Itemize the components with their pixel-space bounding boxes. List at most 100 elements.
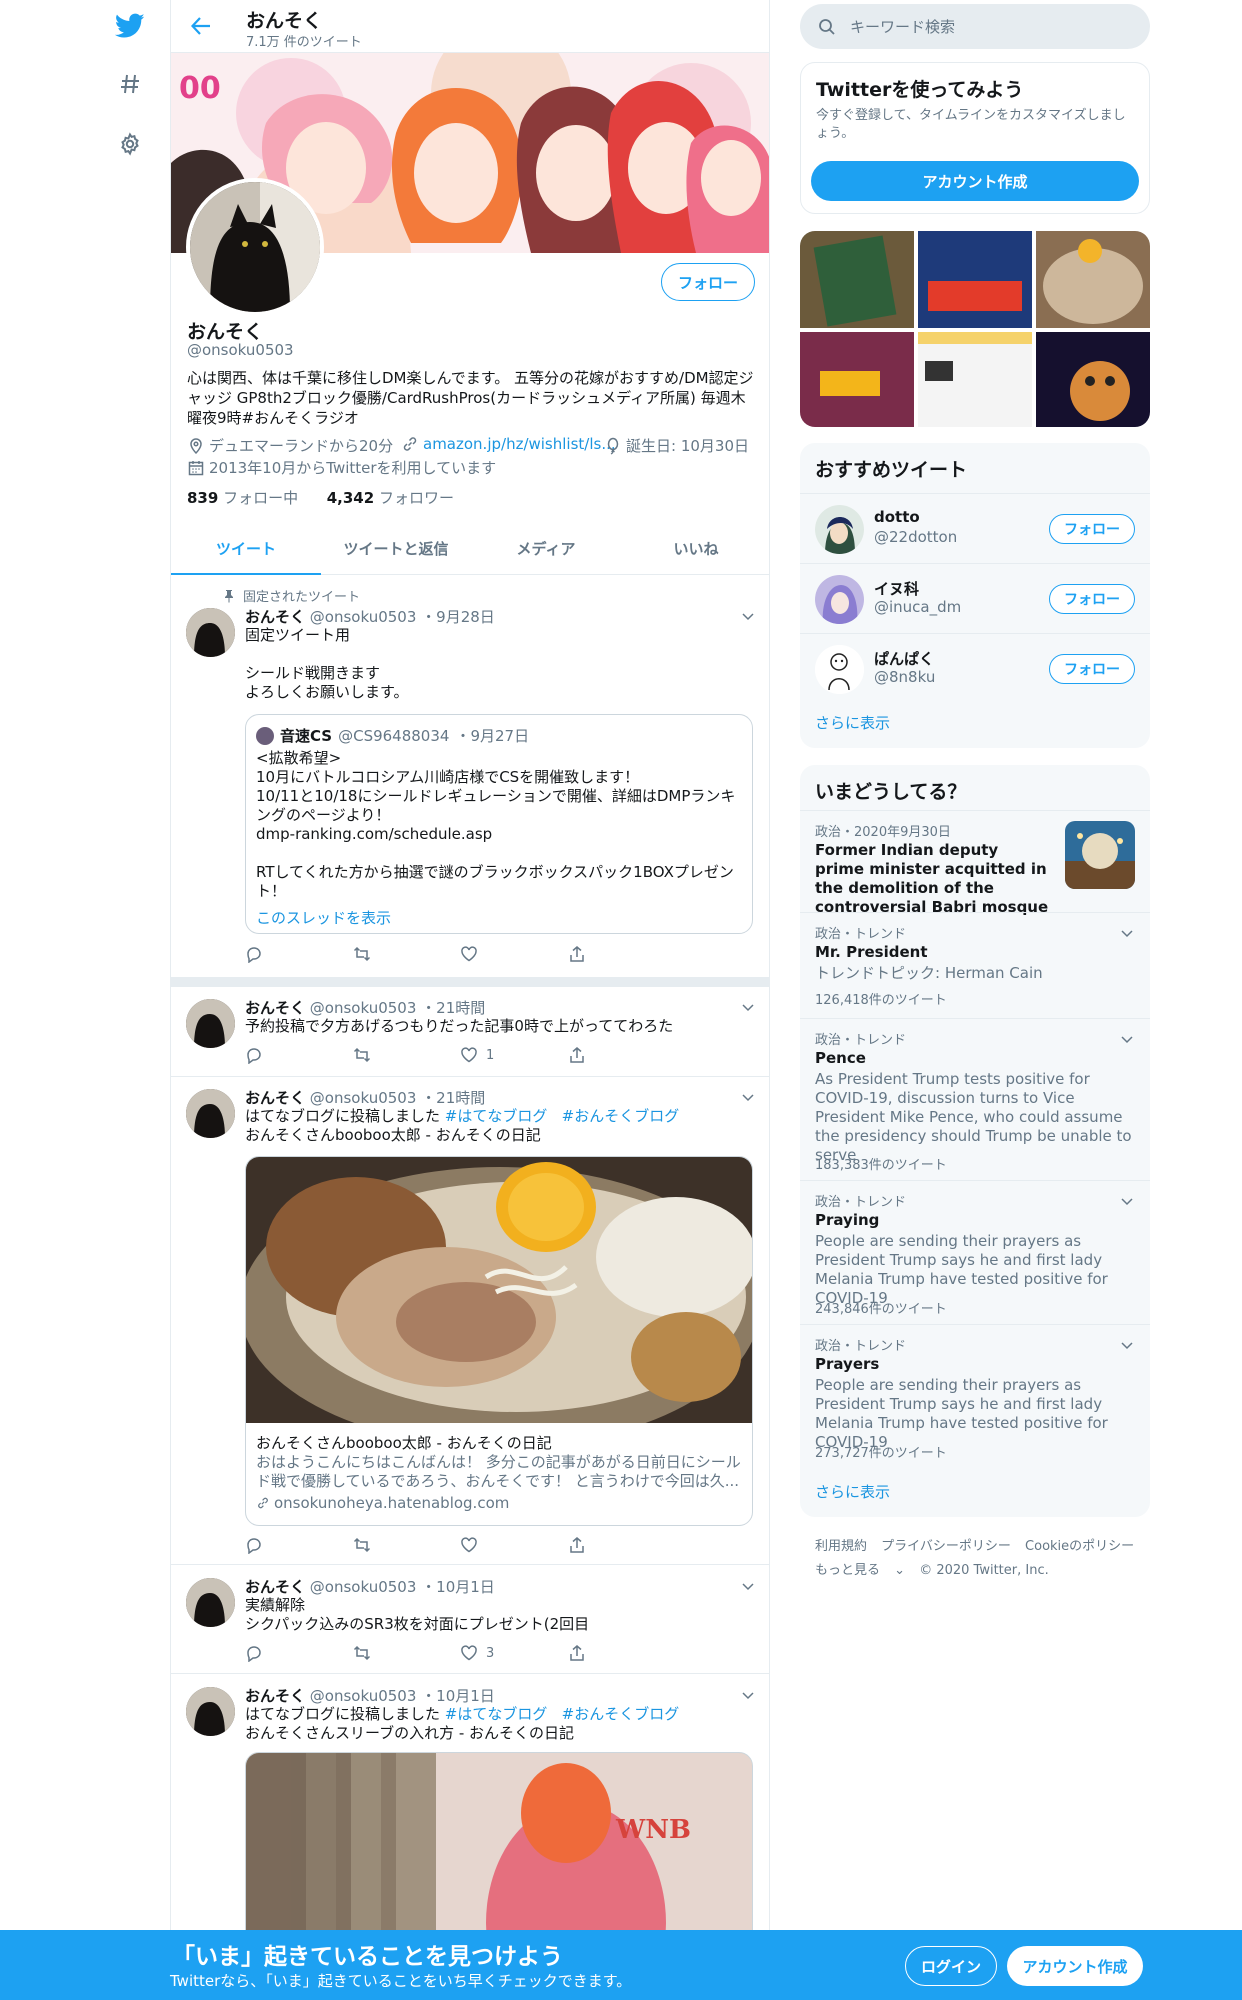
tweet-date[interactable]: ・21時間: [421, 999, 485, 1017]
follow-user-button[interactable]: フォロー: [1049, 584, 1135, 614]
user-handle: @inuca_dm: [874, 598, 962, 616]
show-thread-link[interactable]: このスレッドを表示: [256, 907, 391, 928]
profile-url[interactable]: amazon.jp/hz/wishlist/ls...: [401, 435, 616, 453]
tweet-date[interactable]: ・21時間: [421, 1089, 485, 1107]
tab-tweets-replies[interactable]: ツイートと返信: [321, 522, 471, 574]
show-more-link[interactable]: さらに表示: [815, 712, 890, 733]
news-item[interactable]: 政治・2020年9月30日 Former Indian deputy prime…: [800, 810, 1150, 916]
hashtag-link[interactable]: #おんそくブログ: [562, 1107, 680, 1125]
footer-more-link[interactable]: もっと見る ⌄: [815, 1563, 905, 1578]
settings-gear-icon[interactable]: [110, 124, 150, 164]
explore-hashtag-icon[interactable]: [110, 64, 150, 104]
tweet-avatar[interactable]: [186, 1687, 235, 1736]
follow-button[interactable]: フォロー: [660, 263, 755, 301]
tweet-author[interactable]: おんそく: [245, 1089, 305, 1107]
tweet-author[interactable]: おんそく: [245, 1687, 305, 1705]
tweet-text: 固定ツイート用 シールド戦開きます よろしくお願いします。: [245, 626, 409, 701]
profile-media-grid: [800, 231, 1150, 427]
chevron-down-icon[interactable]: [740, 608, 756, 624]
footer-link-terms[interactable]: 利用規約: [815, 1539, 867, 1554]
trend-item[interactable]: 政治・トレンド Mr. President トレンドトピック: Herman C…: [800, 912, 1150, 1018]
share-icon: [569, 1047, 584, 1063]
reply-button[interactable]: [245, 1045, 353, 1065]
twitter-logo-icon[interactable]: [110, 6, 150, 46]
chevron-down-icon[interactable]: [1119, 1193, 1135, 1209]
tweet-avatar[interactable]: [186, 999, 235, 1048]
follow-user-button[interactable]: フォロー: [1049, 514, 1135, 544]
quote-tweet[interactable]: 音速CS @CS96488034 ・9月27日 <拡散希望> 10月にバトルコロ…: [245, 714, 753, 934]
user-avatar[interactable]: [815, 645, 864, 694]
hashtag-link[interactable]: #はてなブログ: [445, 1107, 548, 1125]
chevron-down-icon[interactable]: [740, 1578, 756, 1594]
profile-avatar[interactable]: [186, 178, 324, 316]
login-button[interactable]: ログイン: [905, 1946, 997, 1986]
chevron-down-icon[interactable]: [740, 1687, 756, 1703]
share-button[interactable]: [568, 1045, 676, 1065]
tweet-pinned[interactable]: 固定されたツイート おんそく @onsoku0503 ・9月28日 固定ツイート…: [171, 576, 769, 977]
tweet-date[interactable]: ・10月1日: [421, 1687, 495, 1705]
following-link[interactable]: 839 フォロー中: [187, 489, 298, 507]
tweet-author[interactable]: おんそく: [245, 608, 305, 626]
retweet-button[interactable]: [353, 1643, 461, 1663]
tweet-actions: 1: [245, 1045, 675, 1065]
url-link[interactable]: amazon.jp/hz/wishlist/ls...: [423, 435, 616, 453]
followers-link[interactable]: 4,342 フォロワー: [327, 489, 454, 507]
create-account-button[interactable]: アカウント作成: [811, 161, 1139, 201]
tweet[interactable]: おんそく @onsoku0503 ・10月1日 実績解除 シクパック込みのSR3…: [171, 1566, 769, 1674]
footer-link-cookies[interactable]: Cookieのポリシー: [1025, 1539, 1134, 1554]
chevron-down-icon[interactable]: [740, 999, 756, 1015]
like-button[interactable]: [460, 944, 568, 964]
tweet-avatar[interactable]: [186, 608, 235, 657]
like-button[interactable]: 3: [460, 1643, 568, 1663]
reply-button[interactable]: [245, 1535, 353, 1555]
tab-likes[interactable]: いいね: [621, 522, 769, 574]
tweet-date[interactable]: ・10月1日: [421, 1578, 495, 1596]
reply-button[interactable]: [245, 1643, 353, 1663]
chevron-down-icon[interactable]: [1119, 1337, 1135, 1353]
hashtag-link[interactable]: #はてなブログ: [445, 1705, 548, 1723]
user-avatar[interactable]: [815, 575, 864, 624]
chevron-down-icon[interactable]: [1119, 925, 1135, 941]
suggested-user[interactable]: dotto @22dotton フォロー: [800, 493, 1150, 563]
trend-item[interactable]: 政治・トレンド Prayers People are sending their…: [800, 1324, 1150, 1468]
follow-user-button[interactable]: フォロー: [1049, 654, 1135, 684]
share-button[interactable]: [568, 1535, 676, 1555]
trend-item[interactable]: 政治・トレンド Praying People are sending their…: [800, 1180, 1150, 1324]
show-more-link[interactable]: さらに表示: [815, 1481, 890, 1502]
back-arrow-icon[interactable]: [185, 12, 217, 40]
retweet-button[interactable]: [353, 1045, 461, 1065]
user-name: dotto: [874, 508, 920, 526]
media-thumb[interactable]: [918, 231, 1032, 328]
like-button[interactable]: [460, 1535, 568, 1555]
chevron-down-icon[interactable]: [1119, 1031, 1135, 1047]
trend-category: 政治・トレンド: [815, 927, 907, 942]
search-input[interactable]: [850, 4, 1140, 49]
retweet-button[interactable]: [353, 1535, 461, 1555]
reply-button[interactable]: [245, 944, 353, 964]
tweet-avatar[interactable]: [186, 1089, 235, 1138]
trend-item[interactable]: 政治・トレンド Pence As President Trump tests p…: [800, 1018, 1150, 1180]
tweet-avatar[interactable]: [186, 1578, 235, 1627]
tweet-author[interactable]: おんそく: [245, 999, 305, 1017]
suggested-user[interactable]: イヌ科 @inuca_dm フォロー: [800, 563, 1150, 633]
like-button[interactable]: 1: [460, 1045, 568, 1065]
news-category: 政治・2020年9月30日: [815, 825, 951, 840]
retweet-icon: [353, 1047, 370, 1063]
footer-link-privacy[interactable]: プライバシーポリシー: [881, 1539, 1011, 1554]
retweet-button[interactable]: [353, 944, 461, 964]
signup-button[interactable]: アカウント作成: [1007, 1946, 1143, 1986]
tweet[interactable]: おんそく @onsoku0503 ・21時間 予約投稿で夕方あげるつもりだった記…: [171, 987, 769, 1077]
hashtag-link[interactable]: #おんそくブログ: [562, 1705, 680, 1723]
chevron-down-icon[interactable]: [740, 1089, 756, 1105]
share-button[interactable]: [568, 944, 676, 964]
user-avatar[interactable]: [815, 505, 864, 554]
link-card[interactable]: おんそくさんbooboo太郎 - おんそくの日記 おはようこんにちはこんばんは！…: [245, 1156, 753, 1526]
tweet-date[interactable]: ・9月28日: [421, 608, 495, 626]
search-icon: [819, 19, 835, 35]
share-button[interactable]: [568, 1643, 676, 1663]
tweet-author[interactable]: おんそく: [245, 1578, 305, 1596]
tab-media[interactable]: メディア: [471, 522, 621, 574]
tab-tweets[interactable]: ツイート: [171, 522, 321, 575]
suggested-user[interactable]: ぱんぱく @8n8ku フォロー: [800, 633, 1150, 703]
heart-icon: [461, 1645, 477, 1661]
